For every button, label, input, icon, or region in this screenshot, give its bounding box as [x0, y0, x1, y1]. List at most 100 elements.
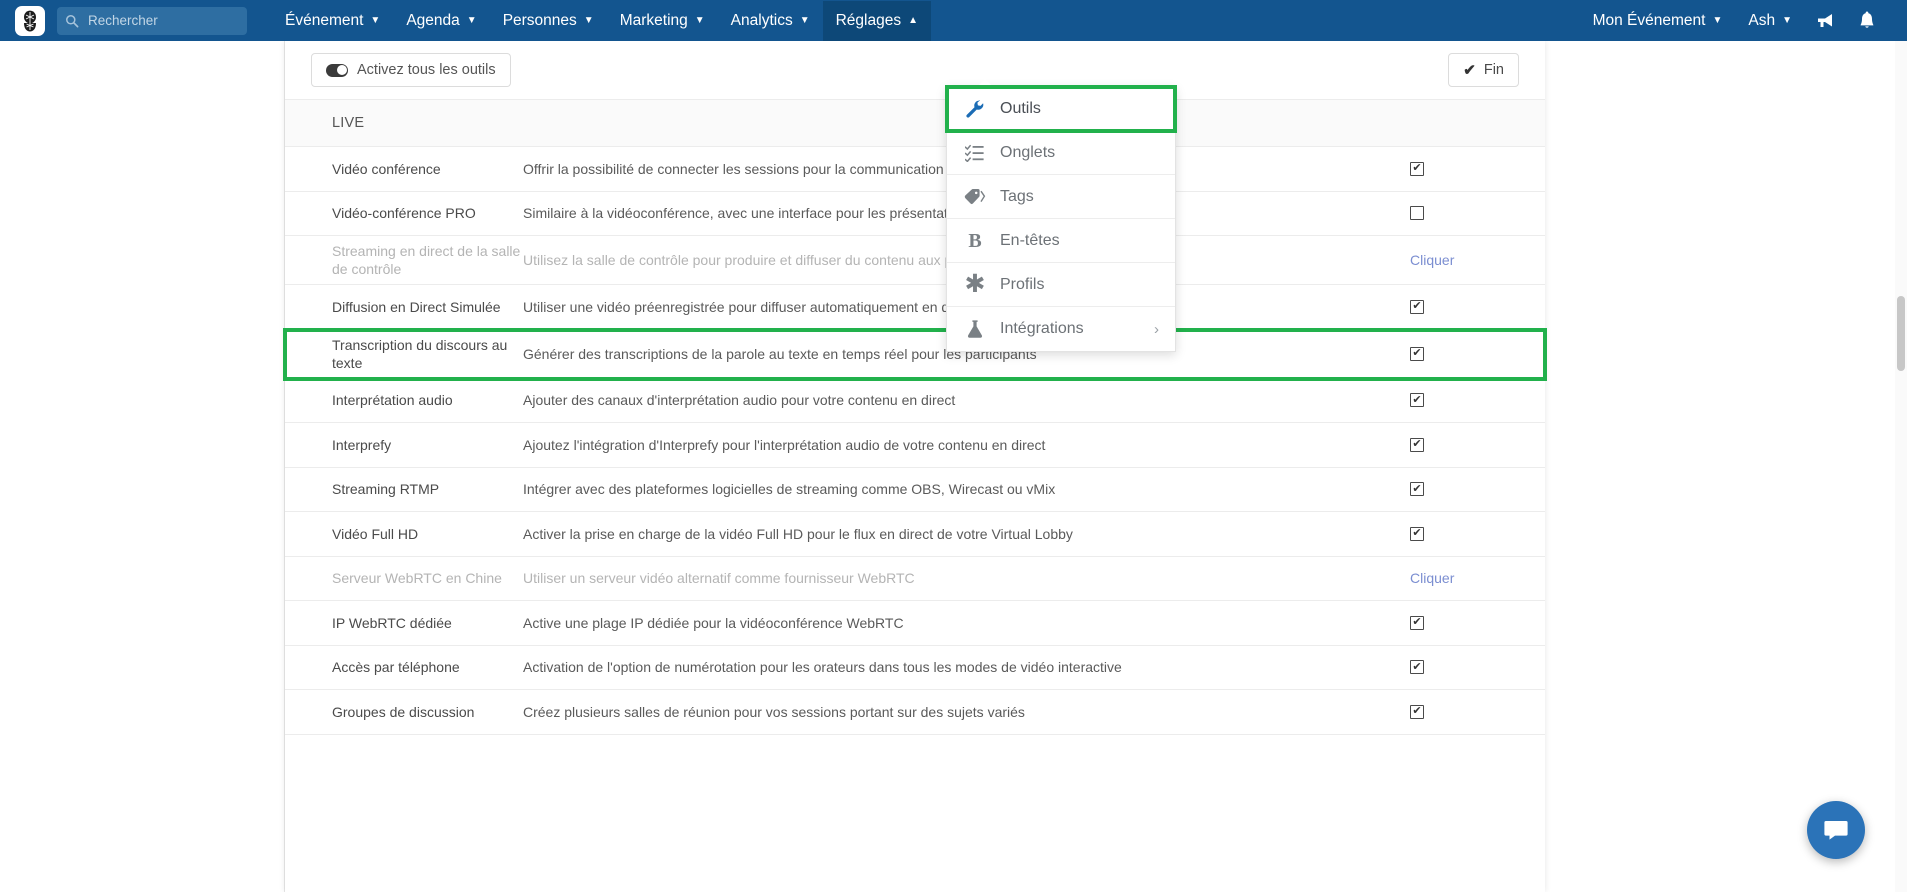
- asterisk-icon: ✱: [964, 269, 986, 298]
- tool-control-cell: ✔: [1395, 660, 1545, 675]
- nav-item-analytics[interactable]: Analytics ▼: [718, 1, 823, 41]
- page-scrollbar-thumb[interactable]: [1897, 296, 1905, 371]
- table-row-video-conference[interactable]: Vidéo conférence Offrir la possibilité de…: [285, 147, 1545, 192]
- tool-name: Vidéo Full HD: [332, 525, 419, 542]
- search-input[interactable]: [86, 12, 239, 29]
- done-label: Fin: [1483, 62, 1504, 78]
- chevron-down-icon: ▼: [1782, 14, 1792, 26]
- tool-control-cell: ✔: [1395, 437, 1545, 452]
- checkbox-checked[interactable]: ✔: [1410, 482, 1424, 497]
- table-row-interprefy[interactable]: Interprefy Ajoutez l'intégration d'Interp…: [285, 423, 1545, 468]
- dropdown-item-en-tetes[interactable]: B En-têtes: [947, 219, 1175, 263]
- table-row-video-conference-pro[interactable]: Vidéo-conférence PRO Similaire à la vidéo…: [285, 192, 1545, 236]
- tool-control-cell: ✔: [1395, 206, 1545, 221]
- chevron-down-icon: ▼: [370, 14, 381, 26]
- chevron-down-icon: ▼: [1712, 14, 1723, 26]
- bold-b-icon: B: [968, 229, 982, 252]
- tool-control-cell: ✔: [1395, 346, 1545, 361]
- table-row-interpretation-audio[interactable]: Interprétation audio Ajouter des canaux d…: [285, 379, 1545, 423]
- checkbox-checked[interactable]: ✔: [1410, 299, 1424, 314]
- tool-control-cell: ✔: [1395, 704, 1545, 719]
- dropdown-item-onglets[interactable]: Onglets: [947, 131, 1175, 175]
- table-row-ip-webrtc-dediee[interactable]: IP WebRTC dédiée Active une plage IP dédi…: [285, 601, 1545, 646]
- chevron-down-icon: ▼: [583, 14, 594, 26]
- nav-item-personnes[interactable]: Personnes ▼: [490, 1, 607, 41]
- nav-item-reglages[interactable]: Réglages ▲: [822, 0, 932, 41]
- checkbox-checked[interactable]: ✔: [1410, 704, 1424, 719]
- tool-name: Groupes de discussion: [332, 703, 475, 720]
- table-row-streaming-en-direct-de-la-salle-de-controle[interactable]: Streaming en direct de la salle de contr…: [285, 236, 1545, 285]
- megaphone-glyph: [1818, 13, 1832, 27]
- tool-name: Interprétation audio: [332, 392, 453, 409]
- checkbox-checked[interactable]: ✔: [1410, 161, 1424, 176]
- table-row-serveur-webrtc-en-chine[interactable]: Serveur WebRTC en Chine Utiliser un serve…: [285, 557, 1545, 601]
- checkbox-checked[interactable]: ✔: [1410, 437, 1424, 452]
- bell-icon[interactable]: [1847, 11, 1887, 31]
- dropdown-item-label: En-têtes: [1000, 231, 1060, 249]
- checkbox-checked[interactable]: ✔: [1410, 346, 1424, 361]
- tool-name: Serveur WebRTC en Chine: [332, 570, 502, 587]
- page-scrollbar-track[interactable]: [1895, 41, 1907, 892]
- tools-panel: Activez tous les outils ✔ Fin LIVE Vidéo…: [283, 41, 1547, 892]
- right-gutter: [1545, 41, 1907, 892]
- enable-all-tools-label: Activez tous les outils: [357, 62, 496, 78]
- tool-control-cell: ✔: [1395, 161, 1545, 176]
- tool-control-cell: Cliquer: [1395, 570, 1545, 586]
- dropdown-item-profils[interactable]: ✱ Profils: [947, 263, 1175, 307]
- checkbox-checked[interactable]: ✔: [1410, 615, 1424, 630]
- search-icon: [66, 14, 79, 27]
- tool-description: Utiliser un serveur vidéo alternatif com…: [523, 570, 915, 587]
- table-row-acces-par-telephone[interactable]: Accès par téléphone Activation de l'optio…: [285, 646, 1545, 690]
- nav-item-mon-evenement[interactable]: Mon Événement ▼: [1580, 1, 1736, 41]
- table-row-diffusion-en-direct-simulee[interactable]: Diffusion en Direct Simulée Utiliser une …: [285, 285, 1545, 330]
- cliquer-link[interactable]: Cliquer: [1410, 570, 1454, 586]
- tool-control-cell: Cliquer: [1395, 252, 1545, 268]
- megaphone-icon[interactable]: [1805, 12, 1847, 30]
- nav-item-agenda[interactable]: Agenda ▼: [393, 1, 489, 41]
- nav-label: Personnes: [502, 11, 577, 29]
- toggle-icon: [326, 63, 348, 77]
- tool-control-cell: ✔: [1395, 482, 1545, 497]
- nav-label: Événement: [285, 11, 364, 29]
- search-box[interactable]: [57, 6, 247, 35]
- checkbox-unchecked[interactable]: ✔: [1410, 206, 1424, 221]
- dropdown-item-tags[interactable]: Tags: [947, 175, 1175, 219]
- enable-all-tools-button[interactable]: Activez tous les outils: [311, 53, 511, 87]
- flask-icon: [963, 319, 987, 339]
- table-row-video-full-hd[interactable]: Vidéo Full HD Activer la prise en charge …: [285, 512, 1545, 557]
- checkbox-checked[interactable]: ✔: [1410, 526, 1424, 541]
- chat-launcher-button[interactable]: [1807, 801, 1865, 859]
- nav-label: Mon Événement: [1592, 11, 1706, 29]
- checkbox-checked[interactable]: ✔: [1410, 660, 1424, 675]
- table-row-transcription-du-discours-au-texte[interactable]: Transcription du discours au texte Génére…: [283, 327, 1547, 381]
- tools-table: Vidéo conférence Offrir la possibilité de…: [283, 147, 1547, 735]
- tool-description: Active une plage IP dédiée pour la vidéo…: [523, 614, 904, 631]
- tool-description: Ajoutez l'intégration d'Interprefy pour …: [523, 436, 1046, 453]
- checkbox-checked[interactable]: ✔: [1410, 393, 1424, 408]
- dropdown-item-integrations[interactable]: Intégrations ›: [947, 307, 1175, 351]
- nav-label: Analytics: [730, 11, 793, 29]
- dropdown-item-label: Onglets: [1000, 143, 1056, 161]
- dropdown-item-label: Outils: [1000, 99, 1041, 117]
- cliquer-link[interactable]: Cliquer: [1410, 252, 1454, 268]
- done-button[interactable]: ✔ Fin: [1448, 53, 1519, 87]
- nav-label: Marketing: [619, 11, 688, 29]
- tool-control-cell: ✔: [1395, 393, 1545, 408]
- table-row-streaming-rtmp[interactable]: Streaming RTMP Intégrer avec des platefor…: [285, 468, 1545, 512]
- nav-label: Ash: [1748, 11, 1776, 29]
- table-row-groupes-de-discussion[interactable]: Groupes de discussion Créez plusieurs sal…: [285, 690, 1545, 735]
- tag-icon: [963, 188, 987, 206]
- nav-item-evenement[interactable]: Événement ▼: [272, 1, 393, 41]
- nav-item-marketing[interactable]: Marketing ▼: [607, 1, 718, 41]
- dropdown-item-outils[interactable]: Outils: [945, 85, 1177, 133]
- tool-name: Streaming en direct de la salle de contr…: [332, 243, 521, 277]
- top-navigation-bar: Événement ▼ Agenda ▼ Personnes ▼ Marketi…: [0, 0, 1907, 41]
- tool-name: Vidéo conférence: [332, 160, 441, 177]
- wrench-icon: [963, 99, 987, 119]
- tool-name: Diffusion en Direct Simulée: [332, 298, 501, 315]
- tool-description: Ajouter des canaux d'interprétation audi…: [523, 392, 956, 409]
- dropdown-item-label: Profils: [1000, 275, 1045, 293]
- nav-right-group: Mon Événement ▼ Ash ▼: [1580, 1, 1907, 41]
- nav-item-user-account[interactable]: Ash ▼: [1735, 1, 1805, 41]
- app-logo[interactable]: [15, 5, 45, 36]
